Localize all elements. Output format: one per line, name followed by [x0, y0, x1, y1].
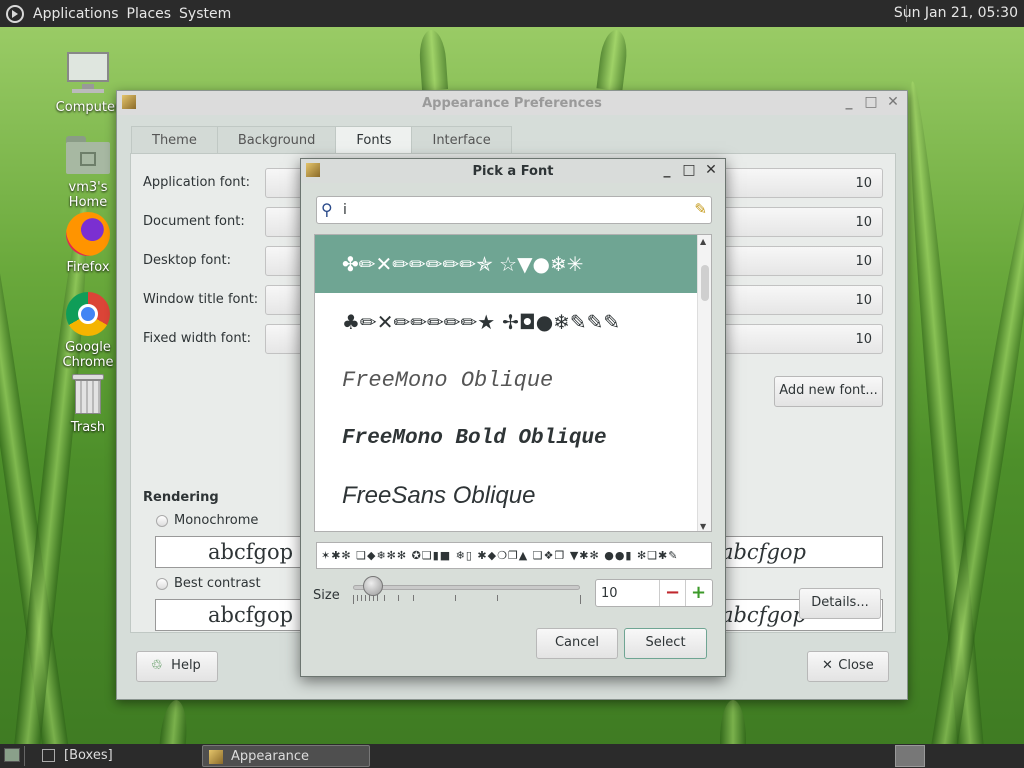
sample-text-italic: abcfgop	[720, 603, 806, 627]
computer-icon	[64, 50, 112, 98]
rendering-heading: Rendering	[143, 490, 219, 505]
top-panel: Applications Places System Sun Jan 21, 0…	[0, 0, 1024, 27]
font-list-scrollbar[interactable]: ▲ ▼	[697, 235, 711, 531]
font-size-value: 10	[855, 254, 872, 269]
help-label: Help	[171, 658, 201, 673]
appearance-app-icon	[122, 95, 136, 109]
taskbar-item-appearance[interactable]: Appearance Prefere...	[202, 745, 370, 767]
size-slider-ticks	[351, 595, 583, 605]
cancel-button[interactable]: Cancel	[536, 628, 618, 659]
scrollbar-thumb[interactable]	[701, 265, 709, 301]
distro-logo-icon[interactable]	[6, 4, 24, 23]
font-size-value: 10	[855, 215, 872, 230]
applications-menu[interactable]: Applications	[30, 6, 122, 22]
minimize-button[interactable]: _	[841, 94, 857, 110]
dialog-titlebar[interactable]: Pick a Font _ □ ✕	[301, 159, 725, 183]
search-value: i	[343, 202, 347, 218]
select-button[interactable]: Select	[624, 628, 707, 659]
trash-icon	[64, 370, 112, 418]
font-list-item[interactable]: ✤✏✕✏✏✏✏✏✯ ☆▼●❄✳	[315, 235, 699, 293]
scroll-up-icon[interactable]: ▲	[700, 237, 706, 246]
boxes-icon	[42, 749, 55, 762]
font-size-value: 10	[855, 332, 872, 347]
font-app-icon	[306, 163, 320, 177]
home-folder-icon	[64, 130, 112, 178]
clear-search-icon[interactable]: ✎	[694, 200, 707, 218]
font-list-item[interactable]: FreeMono Bold Oblique	[315, 409, 699, 467]
size-value: 10	[601, 586, 618, 601]
show-desktop-icon[interactable]	[4, 748, 20, 762]
search-icon: ⚲	[321, 200, 333, 219]
details-button[interactable]: Details...	[799, 588, 881, 619]
system-menu[interactable]: System	[176, 6, 234, 22]
help-icon: ♲	[151, 658, 163, 673]
tab-background[interactable]: Background	[216, 126, 337, 154]
bottom-panel: [Boxes] Appearance Prefere...	[0, 744, 1024, 768]
font-preview-field[interactable]: ✶✱✻ ❑◆❄✻✻ ✪❑▮■ ❄▯ ✱◆❍❐▲ ❑❖❐ ▼✱✻ ●●▮ ✻❑✱✎	[316, 542, 712, 569]
font-preview-text: FreeMono Bold Oblique	[342, 426, 607, 450]
maximize-button[interactable]: □	[863, 94, 879, 110]
font-list-item[interactable]: ♣✏✕✏✏✏✏✏★ ✢◘●❄✎✎✎	[315, 293, 699, 351]
font-row-label: Document font:	[143, 214, 245, 229]
window-titlebar[interactable]: Appearance Preferences _ □ ✕	[117, 91, 907, 115]
taskbar-item-label: Appearance Prefere...	[231, 749, 310, 764]
tab-bar: Theme Background Fonts Interface	[131, 126, 512, 154]
sample-text: abcfgop	[208, 603, 294, 627]
font-row-label: Fixed width font:	[143, 331, 252, 346]
sample-text: abcfgop	[208, 540, 294, 564]
firefox-icon	[64, 210, 112, 258]
close-label: Close	[838, 658, 874, 673]
taskbar-item-label: [Boxes]	[64, 748, 113, 763]
places-menu[interactable]: Places	[124, 6, 175, 22]
font-list-item[interactable]: FreeSans Oblique	[315, 467, 699, 525]
font-preview-text: ✤✏✕✏✏✏✏✏✯ ☆▼●❄✳	[342, 252, 584, 276]
font-list: ✤✏✕✏✏✏✏✏✯ ☆▼●❄✳ ♣✏✕✏✏✏✏✏★ ✢◘●❄✎✎✎ FreeMo…	[314, 234, 712, 532]
tab-theme[interactable]: Theme	[131, 126, 218, 154]
appearance-app-icon	[209, 750, 223, 764]
font-search-input[interactable]: ⚲ i ✎	[316, 196, 712, 224]
minimize-button[interactable]: _	[659, 162, 675, 178]
size-spinbox[interactable]: 10 − +	[595, 579, 713, 607]
font-preview-text: FreeMono Oblique	[342, 367, 554, 393]
pick-a-font-dialog: Pick a Font _ □ ✕ ⚲ i ✎ ✤✏✕✏✏✏✏✏✯ ☆▼●❄✳ …	[300, 158, 726, 677]
close-button[interactable]: ✕ Close	[807, 651, 889, 682]
font-preview-text: ♣✏✕✏✏✏✏✏★ ✢◘●❄✎✎✎	[342, 310, 621, 334]
close-dialog-button[interactable]: ✕	[703, 162, 719, 178]
tab-fonts[interactable]: Fonts	[335, 126, 413, 154]
close-icon: ✕	[822, 658, 833, 673]
font-preview-text: FreeSans Oblique	[342, 482, 536, 509]
sample-text-italic: abcfgop	[720, 540, 806, 564]
font-row-label: Desktop font:	[143, 253, 231, 268]
monochrome-radio[interactable]	[156, 515, 168, 527]
font-row-label: Window title font:	[143, 292, 259, 307]
font-size-value: 10	[855, 176, 872, 191]
size-slider-handle[interactable]	[363, 576, 384, 596]
font-size-value: 10	[855, 293, 872, 308]
help-button[interactable]: ♲ Help	[136, 651, 218, 682]
panel-separator	[24, 746, 25, 766]
maximize-button[interactable]: □	[681, 162, 697, 178]
best-contrast-label: Best contrast	[174, 576, 261, 591]
font-row-label: Application font:	[143, 175, 251, 190]
dialog-title: Pick a Font	[472, 163, 554, 179]
decrease-size-button[interactable]: −	[659, 580, 685, 606]
taskbar-item-boxes[interactable]: [Boxes]	[36, 745, 196, 767]
size-slider-track[interactable]	[353, 585, 580, 590]
close-window-button[interactable]: ✕	[885, 94, 901, 110]
chrome-icon	[64, 290, 112, 338]
scroll-down-icon[interactable]: ▼	[700, 522, 706, 531]
increase-size-button[interactable]: +	[685, 580, 711, 606]
monochrome-label: Monochrome	[174, 513, 259, 528]
add-new-font-button[interactable]: Add new font...	[774, 376, 883, 407]
workspace-switcher[interactable]	[895, 745, 925, 767]
tab-interface[interactable]: Interface	[411, 126, 512, 154]
clock[interactable]: Sun Jan 21, 05:30	[894, 5, 1018, 21]
best-contrast-radio[interactable]	[156, 578, 168, 590]
font-list-item[interactable]: FreeMono Oblique	[315, 351, 699, 409]
size-label: Size	[313, 588, 340, 603]
window-title: Appearance Preferences	[422, 95, 602, 111]
